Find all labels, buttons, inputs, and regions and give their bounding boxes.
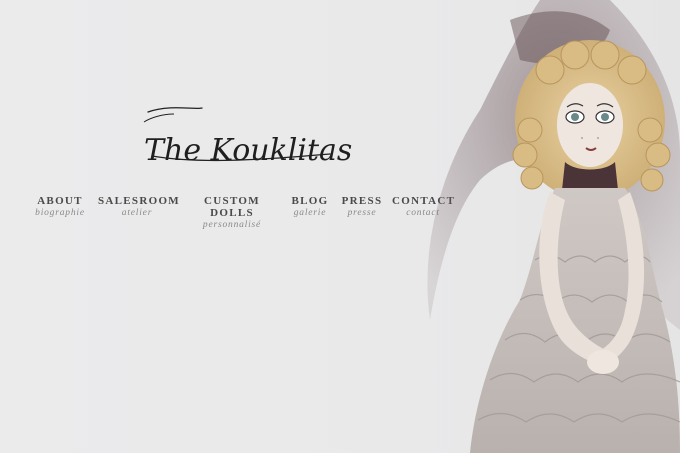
nav-sublabel: biographie <box>35 208 85 218</box>
nav-label: BLOG <box>291 195 329 207</box>
nav-label: CUSTOM DOLLS <box>204 195 260 219</box>
nav-sublabel: personnalisé <box>202 220 262 230</box>
hero-doll-image <box>427 0 680 453</box>
nav-item-custom-dolls[interactable]: CUSTOM DOLLS personnalisé <box>184 195 280 231</box>
nav-label: SALESROOM <box>98 195 180 207</box>
site-logo[interactable]: The Kouklitas <box>140 100 352 170</box>
nav-item-about[interactable]: ABOUT biographie <box>30 195 90 219</box>
logo-text: The Kouklitas <box>144 133 353 168</box>
home-page: The Kouklitas ABOUT biographie SALESROOM… <box>0 0 680 453</box>
nav-label: ABOUT <box>37 195 83 207</box>
nav-sublabel: atelier <box>121 208 153 218</box>
nav-item-blog[interactable]: BLOG galerie <box>288 195 332 219</box>
nav-sublabel: galerie <box>293 208 327 218</box>
nav-item-salesroom[interactable]: SALESROOM atelier <box>98 195 180 219</box>
